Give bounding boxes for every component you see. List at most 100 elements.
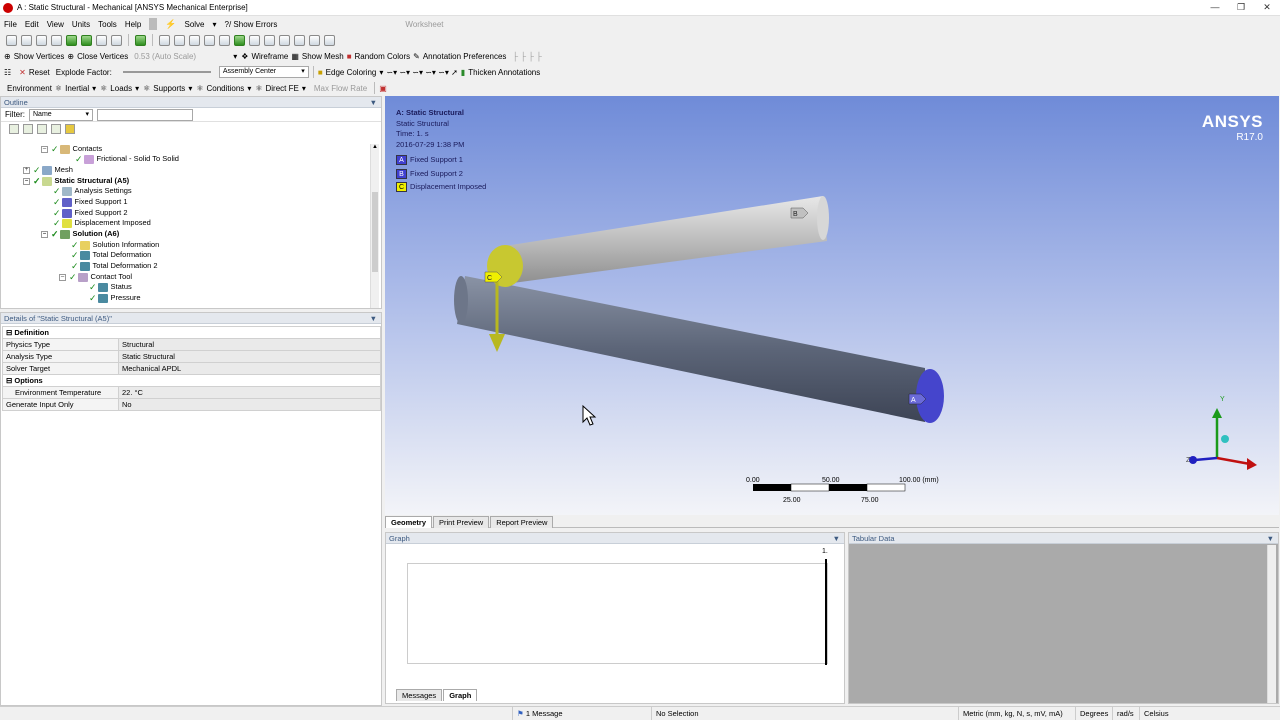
tree-node-fixed-support-1[interactable]: ✓ Fixed Support 1 [53,197,128,207]
status-units[interactable]: Metric (mm, kg, N, s, mV, mA) [958,707,1074,720]
pin-icon[interactable]: ▼ [833,533,844,543]
details-row[interactable]: Analysis Type Static Structural [2,350,381,363]
annotation-preferences-button[interactable]: Annotation Preferences [423,52,507,61]
inertial-menu[interactable]: Inertial [65,84,89,93]
graph-plot-area[interactable] [407,563,828,664]
details-row[interactable]: Environment Temperature 22. °C [2,386,381,399]
pin-icon[interactable]: ▼ [370,313,381,323]
tab-messages[interactable]: Messages [396,689,443,701]
solve-icon[interactable]: ⚡ [161,19,180,30]
expand-icon[interactable] [111,34,122,46]
tabular-scrollbar[interactable] [1267,545,1276,703]
tree-expand-icon[interactable] [23,124,33,134]
edge-coloring-dropdown-icon[interactable]: ▾ [379,68,383,77]
details-row[interactable]: Generate Input Only No [2,398,381,411]
thicken-annotations-icon[interactable]: ▮ [461,68,465,77]
pin-icon[interactable]: ▼ [1267,533,1278,543]
menu-help[interactable]: Help [121,20,145,29]
collapse-icon[interactable]: – [41,230,48,238]
tree-node-fixed-support-2[interactable]: ✓ Fixed Support 2 [53,208,128,218]
zoom-icon[interactable] [189,34,200,46]
solve-button[interactable]: Solve [180,20,208,29]
tree-filter-icon[interactable] [9,124,19,134]
edge-style-icons[interactable]: ∽▾ ∽▾ ∽▾ ∽▾ ∽▾ ➚ [386,68,457,77]
supports-icon[interactable]: ⚛ [143,84,150,93]
select-point-icon[interactable] [6,34,17,46]
triad-axes[interactable]: Y Z [1186,396,1257,470]
pin-icon[interactable]: ▼ [370,97,381,107]
graphics-viewport[interactable]: A: Static Structural Static Structural T… [385,96,1279,515]
tree-node-mesh[interactable]: + ✓ Mesh [23,165,73,175]
reset-button[interactable]: Reset [29,68,50,77]
tree-node-status[interactable]: ✓ Status [89,282,132,292]
details-value[interactable]: 22. °C [118,386,381,399]
tree-node-analysis-settings[interactable]: ✓ Analysis Settings [53,186,132,196]
maximize-button[interactable]: ❐ [1228,0,1254,15]
details-value[interactable]: Structural [118,338,381,351]
tab-graph[interactable]: Graph [443,689,478,701]
tree-node-frictional[interactable]: ✓ Frictional - Solid To Solid [75,154,179,164]
annotation-preferences-icon[interactable]: ✎ [413,52,420,61]
tab-report-preview[interactable]: Report Preview [490,515,554,528]
menu-tools[interactable]: Tools [94,20,121,29]
tree-collapse-icon[interactable] [37,124,47,134]
status-temperature[interactable]: Celsius [1139,707,1280,720]
magnifier-icon[interactable] [234,34,245,46]
details-value[interactable]: Static Structural [118,350,381,363]
tree-node-contact-tool[interactable]: – ✓ Contact Tool [59,272,132,282]
select-body-icon[interactable] [66,34,77,46]
select-edge-icon[interactable] [36,34,47,46]
select-face-icon[interactable] [51,34,62,46]
tree-node-displacement-imposed[interactable]: ✓ Displacement Imposed [53,218,151,228]
filter-select[interactable]: Name ▾ [29,108,93,121]
direct-fe-icon[interactable]: ⚛ [255,84,262,93]
reset-icon[interactable]: ✕ [19,68,26,77]
tree-node-total-deformation[interactable]: ✓ Total Deformation [71,250,151,260]
viewport-layout-icon[interactable] [309,34,320,46]
close-button[interactable]: ✕ [1254,0,1280,15]
tab-print-preview[interactable]: Print Preview [433,515,490,528]
solve-dropdown-icon[interactable]: ▾ [209,20,221,29]
explode-factor-slider[interactable] [122,71,211,73]
tree-node-static-structural[interactable]: – ✓ Static Structural (A5) [23,176,129,186]
details-value[interactable]: No [118,398,381,411]
chevron-down-icon[interactable]: ▾ [92,84,96,93]
time-marker-line[interactable] [825,559,827,665]
tree-node-pressure[interactable]: ✓ Pressure [89,293,141,303]
tree-node-solution-information[interactable]: ✓ Solution Information [71,240,159,250]
status-angle[interactable]: Degrees [1075,707,1111,720]
supports-menu[interactable]: Supports [153,84,185,93]
edge-coloring-button[interactable]: Edge Coloring [326,68,377,77]
tab-geometry[interactable]: Geometry [385,515,433,528]
wireframe-icon[interactable]: ❖ [241,52,248,61]
collapse-icon[interactable]: – [59,273,66,281]
collapse-icon[interactable]: – [41,145,48,153]
thicken-annotations-button[interactable]: Thicken Annotations [468,68,540,77]
menu-units[interactable]: Units [68,20,94,29]
conditions-menu[interactable]: Conditions [207,84,245,93]
extend-icon[interactable] [96,34,107,46]
auto-scale-combo[interactable]: 0.53 (Auto Scale) [134,52,230,61]
chevron-down-icon[interactable]: ▾ [188,84,192,93]
rotate-icon[interactable] [159,34,170,46]
show-vertices-icon[interactable]: ⊕ [4,52,11,61]
pan-icon[interactable] [174,34,185,46]
worksheet-icon[interactable]: ▣ [379,84,387,93]
scroll-up-icon[interactable]: ▲ [371,144,379,152]
inertial-icon[interactable]: ⚛ [55,84,62,93]
select-vertex-icon[interactable] [21,34,32,46]
filter-search-input[interactable] [97,108,193,121]
isometric-view-icon[interactable] [279,34,290,46]
auto-scale-dropdown-icon[interactable]: ▾ [233,52,237,61]
random-colors-icon[interactable]: ■ [347,52,352,61]
tree-folder-icon[interactable] [65,124,75,134]
zoom-box-icon[interactable] [204,34,215,46]
assembly-center-select[interactable]: Assembly Center ▾ [218,66,309,78]
outline-scrollbar[interactable]: ▲ [370,144,379,308]
worksheet-button[interactable]: Worksheet [401,20,447,29]
max-flow-rate-button[interactable]: Max Flow Rate [314,84,367,93]
zoom-fit-icon[interactable] [219,34,230,46]
lower-rod[interactable] [454,276,944,423]
menu-file[interactable]: File [0,20,21,29]
layout-icon[interactable] [324,34,335,46]
